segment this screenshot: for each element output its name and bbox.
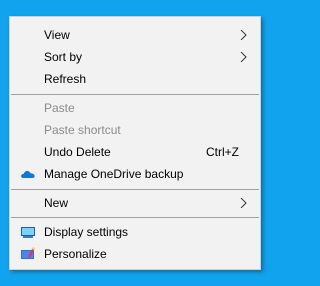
- menu-item-manage-onedrive-backup[interactable]: Manage OneDrive backup: [10, 163, 260, 185]
- menu-item-label: Paste shortcut: [44, 123, 121, 137]
- menu-item-view[interactable]: View: [10, 24, 260, 46]
- menu-item-undo-delete[interactable]: Undo Delete Ctrl+Z: [10, 141, 260, 163]
- desktop-context-menu: View Sort by Refresh Paste Paste shortcu…: [9, 16, 261, 270]
- menu-item-paste-shortcut[interactable]: Paste shortcut: [10, 119, 260, 141]
- display-icon: [21, 227, 35, 238]
- chevron-right-icon: [240, 52, 247, 62]
- menu-separator: [11, 94, 259, 95]
- keyboard-shortcut: Ctrl+Z: [206, 145, 239, 159]
- menu-item-refresh[interactable]: Refresh: [10, 68, 260, 90]
- menu-item-label: Undo Delete: [44, 145, 111, 159]
- menu-item-paste[interactable]: Paste: [10, 97, 260, 119]
- menu-item-label: Display settings: [44, 225, 129, 239]
- menu-item-label: Manage OneDrive backup: [44, 167, 184, 181]
- menu-item-label: Sort by: [44, 50, 83, 64]
- menu-separator: [11, 189, 259, 190]
- menu-item-label: Personalize: [44, 247, 107, 261]
- onedrive-cloud-icon: [21, 170, 35, 178]
- menu-item-label: Paste: [44, 101, 75, 115]
- personalize-icon: [21, 247, 35, 259]
- chevron-right-icon: [240, 30, 247, 40]
- chevron-right-icon: [240, 198, 247, 208]
- menu-item-new[interactable]: New: [10, 192, 260, 214]
- menu-item-label: View: [44, 28, 70, 42]
- menu-item-display-settings[interactable]: Display settings: [10, 221, 260, 243]
- menu-item-label: Refresh: [44, 72, 87, 86]
- menu-separator: [11, 217, 259, 218]
- menu-item-label: New: [44, 196, 69, 210]
- menu-item-personalize[interactable]: Personalize: [10, 243, 260, 265]
- menu-item-sort-by[interactable]: Sort by: [10, 46, 260, 68]
